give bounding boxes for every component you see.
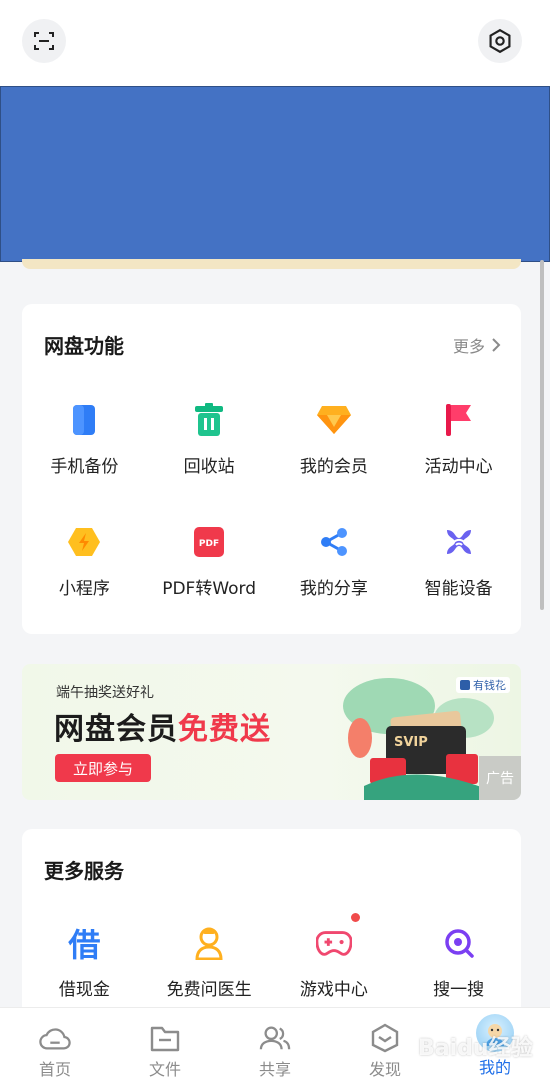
tab-home[interactable]: 首页 — [0, 1008, 110, 1084]
watermark: Baidu经验 — [418, 1036, 533, 1061]
redacted-block — [0, 86, 550, 262]
ad-tag: 广告 — [479, 756, 521, 800]
scrollbar[interactable] — [540, 260, 544, 610]
services-grid: 借 借现金 免费问医生 游戏中心 搜一搜 — [22, 913, 521, 1000]
netdisk-grid-row-1: 手机备份 回收站 我的会员 活动中心 — [22, 402, 521, 477]
service-game-center[interactable]: 游戏中心 — [272, 913, 397, 1000]
recycle-bin-icon — [191, 402, 227, 438]
chevron-right-icon — [492, 338, 501, 352]
tab-label: 首页 — [38, 1060, 71, 1079]
ad-close-icon[interactable]: × — [498, 672, 511, 691]
tab-label: 发现 — [368, 1060, 401, 1079]
loan-icon: 借 — [68, 926, 101, 964]
netdisk-features-card: 网盘功能 更多 手机备份 回收站 我的会员 活动中心 小程序 PDF PDF转W… — [22, 304, 521, 634]
more-label: 更多 — [452, 337, 485, 356]
banner-headline-red: 免费送 — [178, 712, 271, 747]
feature-label: 活动中心 — [424, 457, 493, 477]
feature-activity-center[interactable]: 活动中心 — [396, 402, 521, 477]
service-label: 游戏中心 — [299, 980, 368, 1000]
settings-button[interactable] — [478, 19, 522, 63]
activity-flag-icon — [441, 402, 477, 438]
feature-label: 回收站 — [183, 457, 235, 477]
mini-program-icon — [66, 524, 102, 560]
join-now-button[interactable]: 立即参与 — [55, 754, 151, 782]
tab-label: 文件 — [148, 1060, 181, 1079]
feature-membership[interactable]: 我的会员 — [272, 402, 397, 477]
feature-pdf-to-word[interactable]: PDF PDF转Word — [147, 524, 272, 599]
home-cloud-icon — [39, 1022, 71, 1054]
doctor-icon — [191, 925, 227, 961]
tab-files[interactable]: 文件 — [110, 1008, 220, 1084]
settings-icon — [489, 28, 511, 54]
more-link[interactable]: 更多 — [453, 333, 501, 357]
netdisk-grid-row-2: 小程序 PDF PDF转Word 我的分享 智能设备 — [22, 524, 521, 599]
banner-subtitle: 端午抽奖送好礼 — [56, 685, 154, 701]
membership-diamond-icon — [316, 402, 352, 438]
banner-headline: 网盘会员免费送 — [54, 704, 271, 748]
netdisk-title: 网盘功能 — [44, 334, 124, 358]
feature-label: 我的分享 — [299, 579, 368, 599]
brand-logo-icon — [460, 680, 470, 690]
service-label: 搜一搜 — [433, 980, 485, 1000]
phone-backup-icon — [66, 402, 102, 438]
tab-share[interactable]: 共享 — [220, 1008, 330, 1084]
smart-device-icon — [441, 524, 477, 560]
feature-smart-device[interactable]: 智能设备 — [396, 524, 521, 599]
svg-text:PDF: PDF — [199, 539, 219, 549]
discover-icon — [369, 1022, 401, 1054]
folder-icon — [149, 1022, 181, 1054]
svg-text:SVIP: SVIP — [394, 735, 428, 750]
feature-label: 我的会员 — [299, 457, 368, 477]
feature-mini-program[interactable]: 小程序 — [22, 524, 147, 599]
notification-dot — [351, 913, 361, 922]
scan-button[interactable] — [22, 19, 66, 63]
more-services-card: 更多服务 借 借现金 免费问医生 游戏中心 搜一搜 — [22, 829, 521, 1019]
services-title: 更多服务 — [44, 859, 124, 883]
feature-recycle-bin[interactable]: 回收站 — [147, 402, 272, 477]
feature-my-share[interactable]: 我的分享 — [272, 524, 397, 599]
tab-label: 共享 — [258, 1060, 291, 1079]
member-card-edge — [22, 259, 521, 269]
feature-label: 智能设备 — [424, 579, 493, 599]
search-icon — [441, 925, 477, 961]
service-label: 免费问医生 — [166, 980, 252, 1000]
service-loan[interactable]: 借 借现金 — [22, 925, 147, 1000]
banner-headline-black: 网盘会员 — [54, 712, 178, 747]
pdf-icon: PDF — [191, 524, 227, 560]
promo-banner[interactable]: 端午抽奖送好礼 网盘会员免费送 立即参与 SVIP 有钱花 × 广告 — [22, 664, 521, 800]
gamepad-icon — [315, 925, 352, 961]
feature-phone-backup[interactable]: 手机备份 — [22, 402, 147, 477]
service-search[interactable]: 搜一搜 — [396, 925, 521, 1000]
share-people-icon — [259, 1022, 291, 1054]
feature-label: 手机备份 — [50, 457, 119, 477]
top-bar — [0, 0, 550, 86]
service-label: 借现金 — [58, 980, 110, 1000]
service-doctor[interactable]: 免费问医生 — [147, 925, 272, 1000]
share-icon — [316, 524, 352, 560]
feature-label: 小程序 — [58, 579, 110, 599]
feature-label: PDF转Word — [162, 579, 257, 599]
scan-icon — [34, 32, 54, 50]
